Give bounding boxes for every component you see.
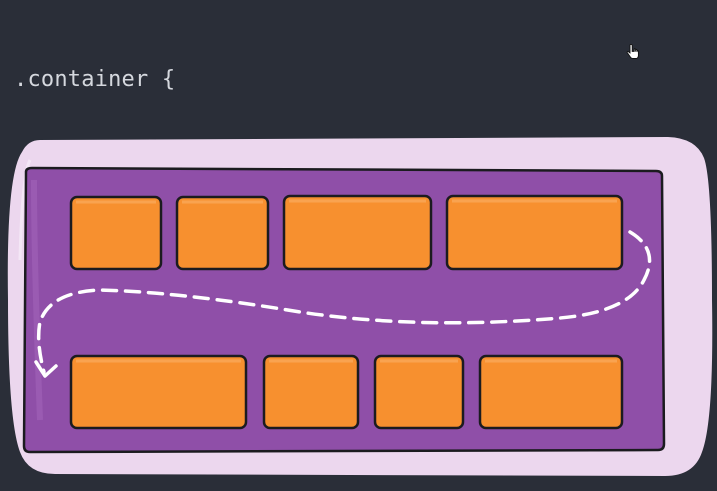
flex-item-2	[175, 195, 270, 271]
flex-item-4	[445, 194, 624, 271]
flex-wrap-illustration	[7, 137, 713, 476]
flex-item-3	[282, 194, 433, 271]
flex-item-6	[262, 354, 360, 430]
flex-item-8	[478, 354, 624, 430]
flex-item-5	[69, 354, 248, 430]
flex-item-1	[69, 195, 163, 271]
flex-item-7	[373, 354, 465, 430]
